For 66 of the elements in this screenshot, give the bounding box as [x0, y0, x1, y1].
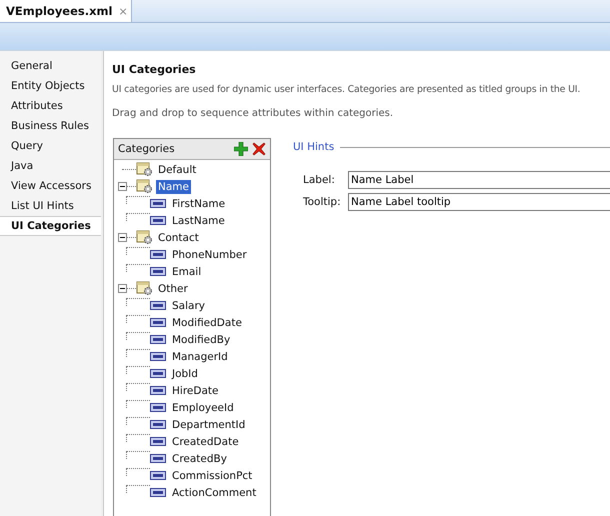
attribute-icon [150, 216, 166, 225]
field-label: Label: [303, 174, 336, 186]
attribute-node[interactable]: Salary [170, 298, 207, 312]
description-text: UI categories are used for dynamic user interfaces. Categories are presented as titled groups in the UI. [112, 84, 582, 95]
attribute-node[interactable]: JobId [170, 366, 200, 380]
nav-item[interactable]: Entity Objects [0, 76, 101, 96]
category-node[interactable]: Default [156, 162, 198, 176]
collapse-toggle[interactable] [118, 233, 127, 242]
section-title: UI Hints [293, 141, 334, 153]
delete-icon[interactable] [252, 142, 266, 156]
attribute-icon [150, 386, 166, 395]
attribute-node[interactable]: ActionComment [170, 486, 258, 500]
input-field[interactable]: Name Label tooltip [348, 193, 610, 211]
attribute-node[interactable]: ModifiedBy [170, 332, 232, 346]
attribute-icon [150, 267, 166, 276]
collapse-toggle[interactable] [118, 182, 127, 191]
attribute-node[interactable]: DepartmentId [170, 418, 248, 432]
nav-item[interactable]: View Accessors [0, 176, 101, 196]
attribute-icon [150, 437, 166, 446]
attribute-icon [150, 301, 166, 310]
attribute-node[interactable]: CreatedDate [170, 434, 241, 448]
instruction-text: Drag and drop to sequence attributes within categories. [112, 108, 394, 119]
attribute-icon [150, 318, 166, 327]
nav-item[interactable]: Business Rules [0, 116, 101, 136]
folder-gear-icon [136, 179, 154, 194]
input-field[interactable]: Name Label [348, 171, 610, 189]
attribute-node[interactable]: CommissionPct [170, 468, 254, 482]
attribute-node[interactable]: ModifiedDate [170, 316, 244, 330]
attribute-icon [150, 454, 166, 463]
attribute-node[interactable]: CreatedBy [170, 452, 229, 466]
collapse-toggle[interactable] [118, 284, 127, 293]
category-node[interactable]: Name [156, 180, 191, 194]
attribute-icon [150, 250, 166, 259]
add-icon[interactable] [234, 142, 248, 156]
nav-item[interactable]: Attributes [0, 96, 101, 116]
editor-tab[interactable]: VEmployees.xml × [0, 0, 132, 22]
attribute-node[interactable]: Email [170, 264, 204, 278]
attribute-node[interactable]: LastName [170, 214, 227, 228]
attribute-icon [150, 199, 166, 208]
attribute-node[interactable]: FirstName [170, 196, 228, 210]
field-label: Tooltip: [303, 196, 342, 208]
category-node[interactable]: Contact [156, 230, 201, 244]
attribute-node[interactable]: PhoneNumber [170, 248, 249, 262]
folder-gear-icon [136, 230, 154, 245]
attribute-node[interactable]: EmployeeId [170, 400, 236, 414]
page-title: UI Categories [112, 63, 197, 76]
nav-item[interactable]: General [0, 56, 101, 76]
category-node[interactable]: Other [156, 282, 190, 296]
attribute-icon [150, 403, 166, 412]
tree-title: Categories [118, 143, 176, 155]
attribute-icon [150, 352, 166, 361]
nav-item[interactable]: Java [0, 156, 101, 176]
folder-gear-icon [136, 281, 154, 296]
nav-item[interactable]: List UI Hints [0, 196, 101, 216]
close-button[interactable]: × [118, 4, 128, 18]
attribute-icon [150, 335, 166, 344]
attribute-icon [150, 488, 166, 497]
folder-gear-icon [136, 162, 154, 177]
nav-item[interactable]: UI Categories [0, 216, 101, 236]
tab-title: VEmployees.xml [6, 4, 112, 18]
attribute-icon [150, 369, 166, 378]
nav-item[interactable]: Query [0, 136, 101, 156]
attribute-node[interactable]: ManagerId [170, 350, 230, 364]
attribute-node[interactable]: HireDate [170, 384, 220, 398]
attribute-icon [150, 471, 166, 480]
attribute-icon [150, 420, 166, 429]
